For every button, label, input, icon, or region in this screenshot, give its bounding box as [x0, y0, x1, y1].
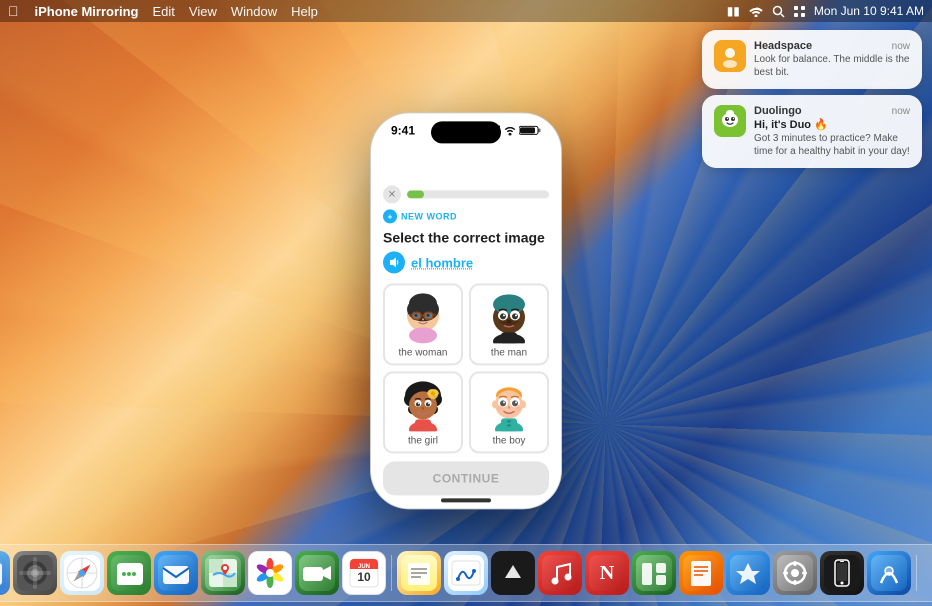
iphone-screen[interactable]: 9:41: [371, 113, 561, 508]
duo-cell-man[interactable]: the man: [469, 283, 549, 365]
headspace-app-icon: [714, 40, 746, 72]
menubar-right: ▮▮ Mon Jun 10 9:41 AM: [727, 4, 924, 18]
iphone-time: 9:41: [391, 123, 415, 137]
iphone-home-indicator: [441, 498, 491, 502]
iphone-mirror-container: 9:41: [371, 113, 561, 508]
dock-app-facetime[interactable]: [295, 551, 339, 595]
duo-avatar-man: [483, 291, 535, 343]
dock-app-calendar[interactable]: JUN 10: [342, 551, 386, 595]
menubar-left:  iPhone Mirroring Edit View Window Help: [8, 3, 318, 19]
headspace-notif-time: now: [892, 41, 910, 52]
duolingo-notif-header: Duolingo now: [754, 105, 910, 117]
headspace-app-name: Headspace: [754, 40, 812, 52]
dock-app-pages[interactable]: [679, 551, 723, 595]
duo-avatar-woman: [397, 291, 449, 343]
notification-duolingo[interactable]: Duolingo now Hi, it's Duo 🔥 Got 3 minute…: [702, 95, 922, 168]
menubar:  iPhone Mirroring Edit View Window Help…: [0, 0, 932, 22]
duo-avatar-girl: [397, 379, 449, 431]
dock-app-finder[interactable]: [0, 551, 10, 595]
duolingo-notif-body: Duolingo now Hi, it's Duo 🔥 Got 3 minute…: [754, 105, 910, 158]
dock-separator-1: [391, 555, 392, 591]
headspace-notif-body: Headspace now Look for balance. The midd…: [754, 40, 910, 79]
duolingo-notif-time: now: [892, 106, 910, 117]
duo-top-bar: ✕: [383, 185, 549, 203]
dock-app-launchpad[interactable]: [13, 551, 57, 595]
menubar-edit[interactable]: Edit: [153, 4, 175, 19]
dock-app-safari[interactable]: [60, 551, 104, 595]
notification-headspace[interactable]: Headspace now Look for balance. The midd…: [702, 30, 922, 89]
duolingo-notif-title: Hi, it's Duo 🔥: [754, 118, 910, 131]
dock-app-mail[interactable]: [154, 551, 198, 595]
dock-app-screensaver[interactable]: [867, 551, 911, 595]
duo-new-badge-icon: +: [383, 209, 397, 223]
menubar-time: Mon Jun 10 9:41 AM: [814, 4, 924, 18]
dock-app-notes[interactable]: [397, 551, 441, 595]
menubar-view[interactable]: View: [189, 4, 217, 19]
dock: JUN 10: [0, 544, 932, 602]
dock-app-systemprefs[interactable]: [773, 551, 817, 595]
headspace-notif-text: Look for balance. The middle is the best…: [754, 53, 910, 79]
dock-app-news[interactable]: N: [585, 551, 629, 595]
menubar-app-name: iPhone Mirroring: [35, 4, 139, 19]
dock-app-music[interactable]: [538, 551, 582, 595]
dock-app-numbers[interactable]: [632, 551, 676, 595]
duo-avatar-boy: [483, 379, 535, 431]
apple-logo-icon[interactable]: : [8, 3, 19, 19]
duolingo-app-content: ✕ + NEW WORD Select the correct image: [371, 141, 561, 508]
dock-app-maps[interactable]: [201, 551, 245, 595]
duo-cell-boy[interactable]: the boy: [469, 371, 549, 453]
duo-progress-bar: [407, 190, 549, 198]
duo-cell-label-boy: the boy: [493, 435, 526, 446]
duolingo-app-name: Duolingo: [754, 105, 802, 117]
notifications-area: Headspace now Look for balance. The midd…: [702, 30, 922, 168]
svg-text:N: N: [600, 562, 615, 584]
iphone-frame: 9:41: [371, 113, 561, 508]
dock-app-iphone-mirroring[interactable]: [820, 551, 864, 595]
dock-app-appletv[interactable]: [491, 551, 535, 595]
menubar-window[interactable]: Window: [231, 4, 277, 19]
dock-app-freeform[interactable]: [444, 551, 488, 595]
dock-separator-2: [916, 555, 917, 591]
duo-image-grid: the woman: [383, 283, 549, 453]
dock-app-messages[interactable]: [107, 551, 151, 595]
duo-cell-label-man: the man: [491, 347, 527, 358]
duo-cell-label-girl: the girl: [408, 435, 438, 446]
duo-cell-girl[interactable]: the girl: [383, 371, 463, 453]
duolingo-app-icon: [714, 105, 746, 137]
control-center-icon[interactable]: [793, 5, 806, 18]
battery-icon: ▮▮: [727, 4, 740, 18]
duo-new-word-label: NEW WORD: [401, 211, 457, 221]
duo-instruction-text: Select the correct image: [383, 229, 549, 245]
duo-speaker-button[interactable]: [383, 251, 405, 273]
duo-new-word-badge-row: + NEW WORD: [383, 209, 549, 223]
duo-cell-label-woman: the woman: [399, 347, 448, 358]
duo-cell-woman[interactable]: the woman: [383, 283, 463, 365]
dock-app-photos[interactable]: [248, 551, 292, 595]
duolingo-notif-text: Got 3 minutes to practice? Make time for…: [754, 132, 910, 158]
svg-text:10: 10: [357, 570, 371, 584]
duo-progress-fill: [407, 190, 424, 198]
headspace-notif-header: Headspace now: [754, 40, 910, 52]
search-icon[interactable]: [772, 5, 785, 18]
desktop:  iPhone Mirroring Edit View Window Help…: [0, 0, 932, 606]
duo-word-row: el hombre: [383, 251, 549, 273]
duo-continue-button[interactable]: CONTINUE: [383, 461, 549, 495]
wifi-icon: [748, 5, 764, 17]
dock-app-appstore[interactable]: [726, 551, 770, 595]
duo-close-button[interactable]: ✕: [383, 185, 401, 203]
duo-word-text[interactable]: el hombre: [411, 255, 473, 270]
dynamic-island: [431, 121, 501, 143]
dock-app-trash[interactable]: [922, 551, 932, 595]
menubar-help[interactable]: Help: [291, 4, 318, 19]
